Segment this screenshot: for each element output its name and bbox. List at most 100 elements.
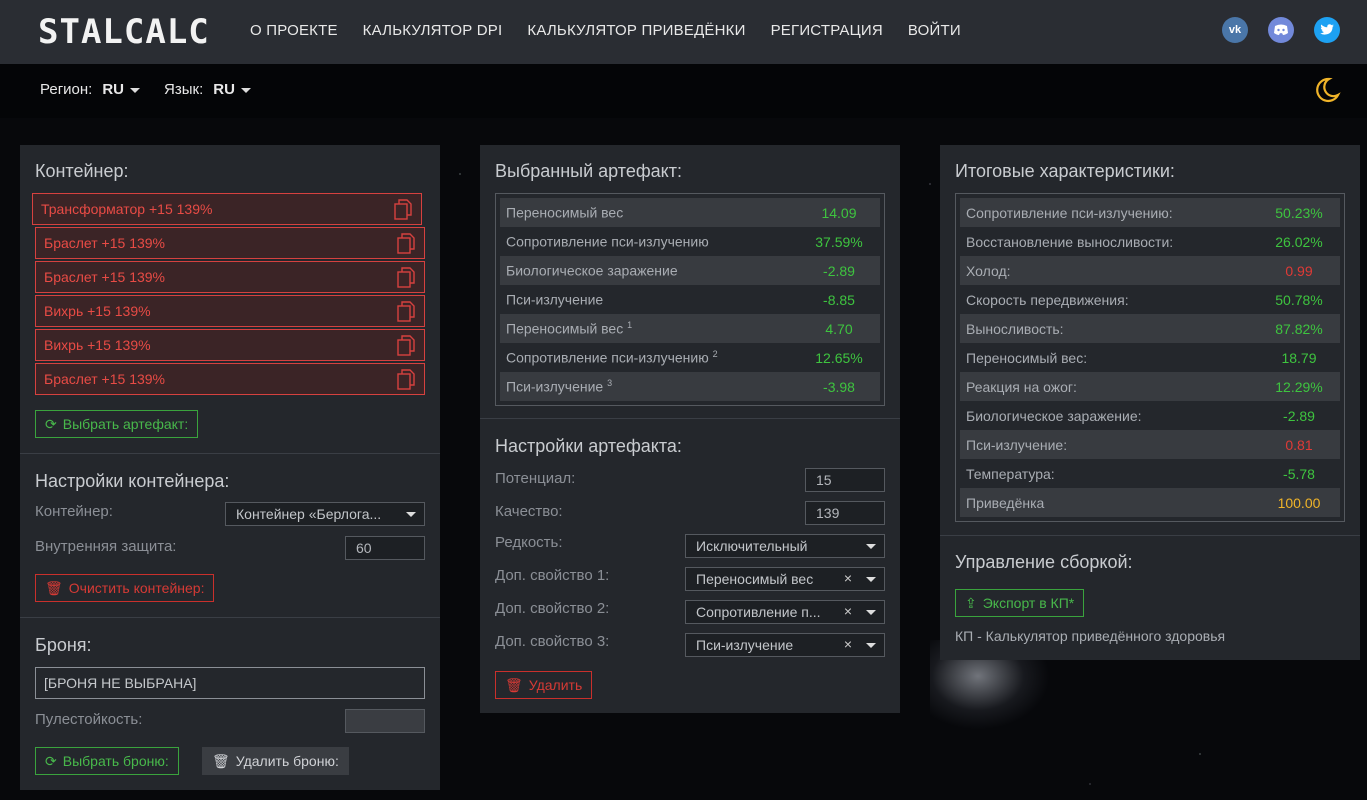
extra-property-1-label: Доп. свойство 1:	[495, 567, 610, 584]
delete-artifact-button[interactable]: 🗑 Удалить	[495, 671, 593, 699]
copy-icon[interactable]	[393, 199, 413, 224]
discord-icon[interactable]	[1268, 17, 1294, 43]
table-row: Пси-излучение: 0.81	[960, 430, 1340, 459]
totals-table: Сопротивление пси-излучению: 50.23% Восст…	[955, 193, 1345, 522]
table-row: Приведёнка 100.00	[960, 488, 1340, 517]
trash-icon: 🗑	[45, 579, 63, 596]
chevron-down-icon	[866, 643, 876, 648]
extra-property-2-label: Доп. свойство 2:	[495, 600, 610, 617]
table-row: Переносимый вес 14.09	[500, 198, 880, 227]
container-artifact-item[interactable]: Трансформатор +15 139%	[32, 193, 422, 225]
container-artifact-item[interactable]: Браслет +15 139%	[35, 363, 425, 395]
table-row: Пси-излучение 3 -3.98	[500, 372, 880, 401]
clear-icon[interactable]: ×	[844, 636, 852, 652]
table-row: Сопротивление пси-излучению: 50.23%	[960, 198, 1340, 227]
container-type-label: Контейнер:	[35, 503, 113, 520]
top-navbar: STALCALC О ПРОЕКТЕ КАЛЬКУЛЯТОР DPI КАЛЬК…	[0, 0, 1367, 64]
twitter-icon[interactable]	[1314, 17, 1340, 43]
divider	[20, 453, 440, 454]
export-note: КП - Калькулятор приведённого здоровья	[955, 628, 1226, 644]
clear-icon[interactable]: ×	[844, 603, 852, 619]
divider	[940, 535, 1360, 536]
language-dropdown[interactable]: RU	[213, 81, 251, 98]
right-panel: Итоговые характеристики: Сопротивление п…	[940, 145, 1360, 660]
artifact-settings-title: Настройки артефакта:	[495, 436, 682, 456]
table-row: Пси-излучение -8.85	[506, 291, 855, 308]
internal-protection-input[interactable]: 60	[345, 536, 425, 560]
table-row: Холод: 0.99	[960, 256, 1340, 285]
potential-label: Потенциал:	[495, 470, 576, 487]
nav-about[interactable]: О ПРОЕКТЕ	[250, 22, 338, 39]
chevron-down-icon	[866, 577, 876, 582]
table-row: Биологическое заражение: -2.89	[966, 407, 1315, 424]
copy-icon[interactable]	[396, 301, 416, 326]
copy-icon[interactable]	[396, 369, 416, 394]
container-artifact-item[interactable]: Вихрь +15 139%	[35, 329, 425, 361]
chevron-down-icon	[866, 610, 876, 615]
table-row: Переносимый вес: 18.79	[966, 349, 1317, 366]
extra-property-3-label: Доп. свойство 3:	[495, 633, 610, 650]
main-nav: О ПРОЕКТЕ КАЛЬКУЛЯТОР DPI КАЛЬКУЛЯТОР ПР…	[250, 22, 961, 39]
potential-input[interactable]: 15	[805, 468, 885, 492]
container-title: Контейнер:	[35, 161, 129, 181]
nav-login[interactable]: ВОЙТИ	[908, 22, 961, 39]
copy-icon[interactable]	[396, 267, 416, 292]
middle-panel: Выбранный артефакт: Переносимый вес 14.09…	[480, 145, 900, 713]
bullet-resistance-input[interactable]	[345, 709, 425, 733]
region-label: Регион:	[40, 81, 93, 98]
region-language-selector: Регион: RU Язык: RU	[40, 81, 265, 98]
container-artifact-item[interactable]: Вихрь +15 139%	[35, 295, 425, 327]
container-type-select[interactable]: Контейнер «Берлога...	[225, 502, 425, 526]
rarity-select[interactable]: Исключительный	[685, 534, 885, 558]
table-row: Восстановление выносливости: 26.02%	[966, 233, 1323, 250]
divider	[20, 617, 440, 618]
clear-container-button[interactable]: 🗑 Очистить контейнер:	[35, 574, 215, 602]
nav-health-calculator[interactable]: КАЛЬКУЛЯТОР ПРИВЕДЁНКИ	[527, 22, 745, 39]
copy-icon[interactable]	[396, 233, 416, 258]
language-label: Язык:	[164, 81, 204, 98]
chevron-down-icon	[406, 512, 416, 517]
table-row: Сопротивление пси-излучению 2 12.65%	[506, 349, 863, 366]
table-row: Сопротивление пси-излучению 37.59%	[506, 233, 863, 250]
container-artifact-item[interactable]: Браслет +15 139%	[35, 227, 425, 259]
copy-icon[interactable]	[396, 335, 416, 360]
internal-protection-label: Внутренняя защита:	[35, 538, 177, 555]
upload-icon: ⇪	[965, 594, 977, 611]
table-row: Температура: -5.78	[966, 465, 1315, 482]
nav-dpi-calculator[interactable]: КАЛЬКУЛЯТОР DPI	[363, 22, 503, 39]
armor-field[interactable]: [БРОНЯ НЕ ВЫБРАНА]	[35, 667, 425, 699]
nav-register[interactable]: РЕГИСТРАЦИЯ	[771, 22, 883, 39]
social-links: vk	[1222, 17, 1340, 43]
extra-property-2-select[interactable]: Сопротивление п... ×	[685, 600, 885, 624]
quality-input[interactable]: 139	[805, 501, 885, 525]
selected-artifact-table: Переносимый вес 14.09 Сопротивление пси-и…	[495, 193, 885, 406]
left-panel: Контейнер: Трансформатор +15 139% Брасле…	[20, 145, 440, 790]
select-armor-button[interactable]: ⟳ Выбрать броню:	[35, 747, 179, 775]
select-artifact-button[interactable]: ⟳ Выбрать артефакт:	[35, 410, 199, 438]
region-dropdown[interactable]: RU	[102, 81, 141, 98]
divider	[480, 418, 900, 419]
extra-property-3-select[interactable]: Пси-излучение ×	[685, 633, 885, 657]
rarity-label: Редкость:	[495, 534, 563, 551]
site-logo[interactable]: STALCALC	[38, 12, 210, 52]
refresh-icon: ⟳	[45, 415, 57, 432]
table-row: Скорость передвижения: 50.78%	[966, 291, 1323, 308]
trash-icon: 🗑	[505, 676, 523, 693]
extra-property-1-select[interactable]: Переносимый вес ×	[685, 567, 885, 591]
table-row: Реакция на ожог: 12.29%	[960, 372, 1340, 401]
table-row: Переносимый вес 1 4.70	[500, 314, 880, 343]
selected-artifact-title: Выбранный артефакт:	[495, 161, 682, 181]
export-button[interactable]: ⇪ Экспорт в КП*	[955, 589, 1085, 617]
container-settings-title: Настройки контейнера:	[35, 471, 230, 491]
chevron-down-icon	[130, 87, 141, 93]
trash-icon: 🗑	[212, 752, 230, 769]
bullet-resistance-label: Пулестойкость:	[35, 711, 143, 728]
container-artifact-item[interactable]: Браслет +15 139%	[35, 261, 425, 293]
build-management-title: Управление сборкой:	[955, 552, 1133, 572]
totals-title: Итоговые характеристики:	[955, 161, 1175, 181]
vk-icon[interactable]: vk	[1222, 17, 1248, 43]
theme-toggle-moon-icon[interactable]	[1313, 76, 1341, 109]
armor-title: Броня:	[35, 635, 92, 655]
delete-armor-button[interactable]: 🗑 Удалить броню:	[202, 747, 349, 775]
clear-icon[interactable]: ×	[844, 570, 852, 586]
